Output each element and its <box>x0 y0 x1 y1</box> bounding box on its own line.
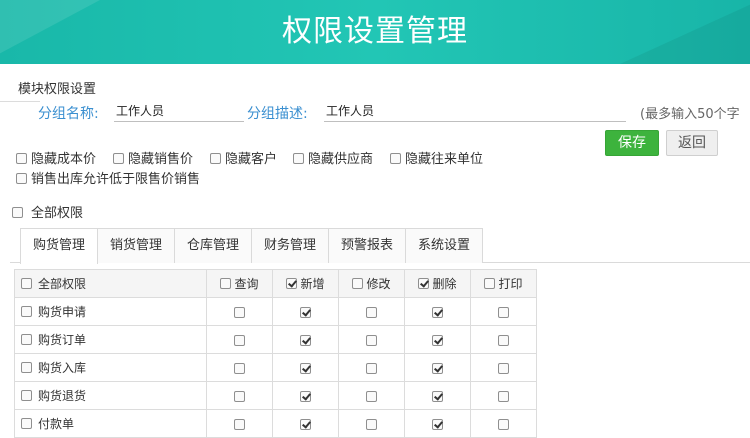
group-name-label: 分组名称: <box>38 106 99 122</box>
allow-low-price-option[interactable]: 销售出库允许低于限售价销售 <box>16 168 200 187</box>
query-checkbox[interactable] <box>234 418 245 430</box>
query-checkbox[interactable] <box>234 306 245 318</box>
all-permissions-checkbox[interactable] <box>12 207 23 218</box>
hide-supplier-option[interactable]: 隐藏供应商 <box>293 148 373 167</box>
print-checkbox[interactable] <box>498 306 509 318</box>
all-permissions-option[interactable]: 全部权限 <box>12 202 83 221</box>
header-query-cell: 查询 <box>206 269 273 298</box>
delete-checkbox[interactable] <box>432 418 443 430</box>
edit-checkbox[interactable] <box>366 306 377 318</box>
header-edit-cell: 修改 <box>338 269 405 298</box>
query-checkbox[interactable] <box>234 362 245 374</box>
header-all-cell: 全部权限 <box>14 269 207 298</box>
add-checkbox[interactable] <box>300 334 311 346</box>
tab-warehouse[interactable]: 仓库管理 <box>174 228 252 263</box>
header-edit-checkbox[interactable] <box>352 278 364 289</box>
query-checkbox[interactable] <box>234 334 245 346</box>
divider <box>0 101 40 102</box>
back-button[interactable]: 返回 <box>666 130 718 156</box>
hide-cost-option[interactable]: 隐藏成本价 <box>16 148 96 167</box>
print-checkbox[interactable] <box>498 418 509 430</box>
header-delete-cell: 删除 <box>404 269 471 298</box>
add-checkbox[interactable] <box>300 390 311 402</box>
tab-finance[interactable]: 财务管理 <box>251 228 329 263</box>
table-row: 付款单 <box>14 409 537 438</box>
row-checkbox[interactable] <box>21 334 32 345</box>
page-title: 权限设置管理 <box>282 14 468 49</box>
hide-cost-checkbox[interactable] <box>16 153 27 164</box>
row-checkbox[interactable] <box>21 418 32 429</box>
group-desc-input[interactable] <box>324 100 626 122</box>
print-checkbox[interactable] <box>498 334 509 346</box>
edit-checkbox[interactable] <box>366 418 377 430</box>
header-all-checkbox[interactable] <box>21 278 32 289</box>
edit-checkbox[interactable] <box>366 362 377 374</box>
table-header-row: 全部权限 查询 新增 修改 删除 打印 <box>14 269 537 298</box>
group-desc-label: 分组描述: <box>247 106 308 122</box>
tab-sales[interactable]: 销货管理 <box>97 228 175 263</box>
delete-checkbox[interactable] <box>432 390 443 402</box>
table-row: 购货入库 <box>14 353 537 382</box>
hide-supplier-checkbox[interactable] <box>293 153 304 164</box>
input-hint: (最多输入50个字 <box>640 107 740 122</box>
delete-checkbox[interactable] <box>432 362 443 374</box>
header-print-cell: 打印 <box>470 269 537 298</box>
header-add-checkbox[interactable] <box>286 278 298 289</box>
hide-sale-price-checkbox[interactable] <box>113 153 124 164</box>
header-query-checkbox[interactable] <box>220 278 232 289</box>
header-banner: 权限设置管理 <box>0 0 750 64</box>
table-row: 购货申请 <box>14 297 537 326</box>
add-checkbox[interactable] <box>300 306 311 318</box>
print-checkbox[interactable] <box>498 362 509 374</box>
hide-customer-option[interactable]: 隐藏客户 <box>210 148 277 167</box>
hide-partner-checkbox[interactable] <box>390 153 401 164</box>
allow-low-price-checkbox[interactable] <box>16 173 27 184</box>
add-checkbox[interactable] <box>300 362 311 374</box>
save-button[interactable]: 保存 <box>605 130 659 156</box>
tab-system-settings[interactable]: 系统设置 <box>405 228 483 263</box>
section-title: 模块权限设置 <box>18 82 97 97</box>
hide-sale-price-option[interactable]: 隐藏销售价 <box>113 148 193 167</box>
query-checkbox[interactable] <box>234 390 245 402</box>
tab-purchase[interactable]: 购货管理 <box>20 228 98 264</box>
table-row: 购货退货 <box>14 381 537 410</box>
row-checkbox[interactable] <box>21 390 32 401</box>
row-checkbox[interactable] <box>21 306 32 317</box>
tab-alert-report[interactable]: 预警报表 <box>328 228 406 263</box>
edit-checkbox[interactable] <box>366 390 377 402</box>
header-print-checkbox[interactable] <box>484 278 496 289</box>
hide-customer-checkbox[interactable] <box>210 153 221 164</box>
delete-checkbox[interactable] <box>432 306 443 318</box>
add-checkbox[interactable] <box>300 418 311 430</box>
permission-table: 全部权限 查询 新增 修改 删除 打印 购货申请 购货订单 购货入库 购货退货 <box>14 269 537 438</box>
hide-partner-option[interactable]: 隐藏往来单位 <box>390 148 483 167</box>
delete-checkbox[interactable] <box>432 334 443 346</box>
print-checkbox[interactable] <box>498 390 509 402</box>
header-delete-checkbox[interactable] <box>418 278 430 289</box>
header-add-cell: 新增 <box>272 269 339 298</box>
row-checkbox[interactable] <box>21 362 32 373</box>
table-row: 购货订单 <box>14 325 537 354</box>
edit-checkbox[interactable] <box>366 334 377 346</box>
group-name-input[interactable] <box>114 100 244 122</box>
